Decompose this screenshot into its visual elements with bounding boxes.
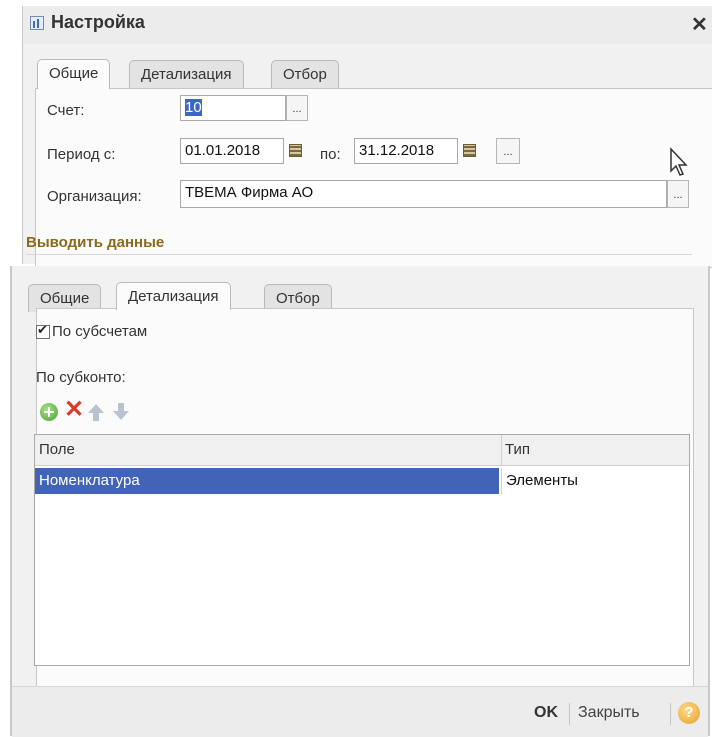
period-to-label: по: [320, 146, 341, 163]
tab-general[interactable]: Общие [37, 59, 111, 89]
report-icon [30, 16, 44, 30]
by-subaccounts-checkbox[interactable] [36, 322, 50, 339]
section-divider [26, 254, 692, 255]
close-icon[interactable]: ✕ [691, 12, 708, 37]
table-row[interactable]: Номенклатура Элементы [35, 468, 689, 494]
calendar-icon[interactable] [286, 140, 306, 162]
ok-button[interactable]: OK [534, 704, 558, 722]
tab-detail[interactable]: Детализация [116, 282, 231, 310]
period-from-label: Период с: [47, 146, 116, 163]
account-label: Счет: [47, 102, 85, 119]
column-header-field[interactable]: Поле [39, 441, 75, 458]
tab-detail[interactable]: Детализация [129, 60, 244, 88]
footer-divider [569, 703, 570, 725]
by-subaccounts-label[interactable]: По субсчетам [52, 323, 147, 340]
account-select-button[interactable]: ... [286, 95, 308, 121]
account-value: 10 [185, 99, 202, 116]
move-up-icon[interactable] [88, 404, 104, 422]
column-divider [501, 435, 502, 465]
organization-field[interactable]: ТВЕМА Фирма АО [180, 180, 667, 208]
settings-dialog-top: Настройка ✕ Общие Детализация Отбор Счет… [22, 6, 712, 268]
period-from-field[interactable]: 01.01.2018 [180, 138, 284, 164]
section-title: Выводить данные [26, 234, 165, 251]
footer-divider [670, 703, 671, 725]
table-header: Поле Тип [35, 435, 689, 466]
move-down-icon[interactable] [113, 402, 129, 420]
add-icon[interactable] [40, 403, 58, 421]
cell-type[interactable]: Элементы [501, 468, 689, 494]
help-icon[interactable]: ? [678, 702, 700, 724]
cell-field[interactable]: Номенклатура [35, 468, 499, 494]
organization-select-button[interactable]: ... [667, 180, 689, 208]
period-to-field[interactable]: 31.12.2018 [354, 138, 458, 164]
period-select-button[interactable]: ... [496, 138, 520, 164]
column-header-type[interactable]: Тип [505, 441, 530, 458]
dialog-title: Настройка [51, 12, 145, 32]
mouse-cursor-icon [670, 147, 688, 176]
delete-icon[interactable]: ✕ [64, 398, 84, 422]
title-bar: Настройка ✕ [23, 6, 712, 44]
tab-filter[interactable]: Отбор [271, 60, 339, 88]
subkonto-table: Поле Тип Номенклатура Элементы [34, 434, 690, 666]
account-field[interactable]: 10 [180, 95, 286, 121]
calendar-icon[interactable] [460, 140, 480, 162]
by-subkonto-label: По субконто: [36, 369, 126, 386]
close-button[interactable]: Закрыть [578, 704, 640, 722]
organization-label: Организация: [47, 188, 142, 205]
